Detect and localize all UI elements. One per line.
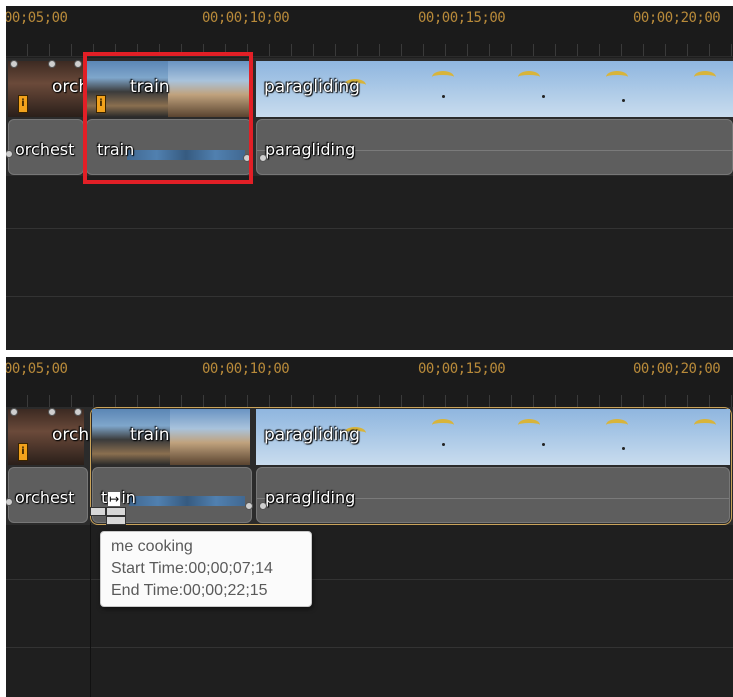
clip-tooltip: me cooking Start Time:00;00;07;14 End Ti… [100,531,312,607]
paraglider-icon [622,447,625,450]
paraglider-icon [518,419,540,431]
clip-label-start: t [101,488,108,507]
audio-waveform [129,496,245,506]
ruler-ticks [6,395,733,407]
clip-label: orchest [15,140,75,159]
video-clip-orchestra[interactable]: i orch [8,60,89,117]
info-marker-icon[interactable]: i [18,443,28,461]
clip-label: paragliding [264,77,360,97]
ruler-label: 00;00;15;00 [418,361,506,377]
paraglider-icon [442,443,445,446]
paraglider-icon [622,99,625,102]
paraglider-icon [432,71,454,83]
paraglider-icon [694,419,716,431]
trim-handle[interactable] [259,154,267,162]
ruler-label: 00;05;00 [6,361,68,377]
paraglider-icon [694,71,716,83]
insertion-line [90,523,91,697]
ruler-label: 00;00;20;00 [633,361,721,377]
tooltip-start-time: Start Time:00;00;07;14 [111,560,273,577]
timeline-panel-after: 00;05;00 00;00;10;00 00;00;15;00 00;00;2… [6,357,733,697]
paraglider-icon [542,95,545,98]
paraglider-icon [606,71,628,83]
time-ruler[interactable]: 00;05;00 00;00;10;00 00;00;15;00 00;00;2… [6,6,733,57]
paraglider-icon [606,419,628,431]
clip-label-end: in [121,488,136,507]
clip-label: paragliding [264,425,360,445]
paraglider-icon [542,443,545,446]
audio-clip-orchestra[interactable]: orchest [6,119,84,175]
clip-label: orch [52,425,90,445]
drag-arrow-icon: ↦ [108,492,121,506]
timeline-panel-before: 00;05;00 00;00;10;00 00;00;15;00 00;00;2… [6,6,733,350]
tooltip-end-time: End Time:00;00;22;15 [111,582,268,599]
video-clip-paragliding[interactable]: paragliding [256,409,730,465]
video-clip-paragliding[interactable]: paragliding [256,61,733,117]
trim-handle[interactable] [6,150,13,158]
trim-handle[interactable] [259,502,267,510]
paraglider-icon [432,419,454,431]
clip-label: t ↦ in [101,488,136,507]
ruler-label: 00;00;10;00 [202,10,290,26]
trim-handle[interactable] [6,498,13,506]
trim-handle[interactable] [10,60,18,68]
paraglider-icon [518,71,540,83]
clip-label: train [130,425,170,445]
track-divider [6,647,733,648]
clip-label: paragliding [265,140,356,159]
paraglider-icon [442,95,445,98]
video-clip-train[interactable]: train [92,409,250,465]
audio-clip-paragliding[interactable]: paragliding [256,467,730,523]
ruler-label: 00;00;10;00 [202,361,290,377]
trim-handle[interactable] [48,60,56,68]
clip-thumbnail [170,409,250,465]
tooltip-title: me cooking [111,538,193,555]
track-divider [6,228,733,229]
trim-handle[interactable] [10,408,18,416]
trim-handle[interactable] [74,60,82,68]
trim-handle[interactable] [48,408,56,416]
ruler-label: 00;00;15;00 [418,10,506,26]
ruler-label: 00;00;20;00 [633,10,721,26]
trim-handle[interactable] [74,408,82,416]
info-marker-icon[interactable]: i [18,95,28,113]
time-ruler[interactable]: 00;05;00 00;00;10;00 00;00;15;00 00;00;2… [6,357,733,408]
video-clip-orchestra[interactable]: i orch [8,408,89,465]
clip-label: paragliding [265,488,356,507]
selection-highlight [83,52,253,184]
audio-clip-orchestra[interactable]: orchest [6,467,88,523]
track-divider [6,296,733,297]
ruler-label: 00;05;00 [6,10,68,26]
audio-clip-paragliding[interactable]: paragliding [256,119,733,175]
trim-handle[interactable] [245,502,253,510]
clip-label: orchest [15,488,75,507]
